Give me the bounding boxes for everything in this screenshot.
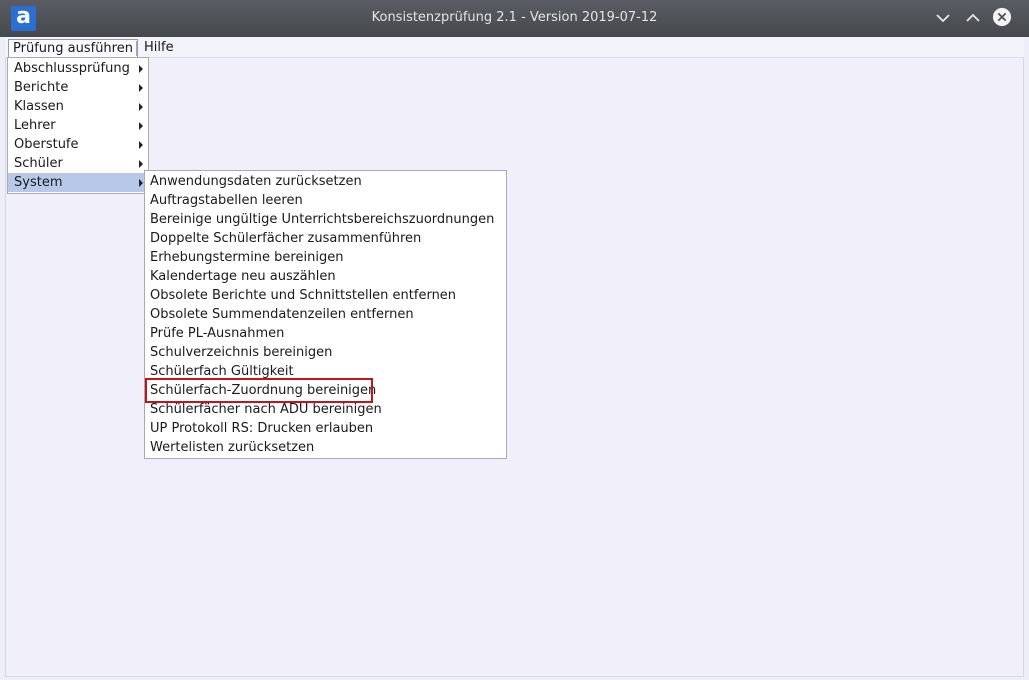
submenu-item-schulverzeichnis[interactable]: Schulverzeichnis bereinigen — [145, 343, 506, 362]
submenu-item-obsolete-berichte[interactable]: Obsolete Berichte und Schnittstellen ent… — [145, 286, 506, 305]
submenu-arrow-icon — [139, 103, 143, 111]
minimize-button[interactable] — [933, 8, 953, 28]
menu-item-label: Lehrer — [14, 118, 56, 133]
menu-item-klassen[interactable]: Klassen — [8, 97, 148, 116]
system-submenu: Anwendungsdaten zurücksetzen Auftragstab… — [144, 170, 507, 459]
menu-item-label: Oberstufe — [14, 137, 79, 152]
title-bar: a Konsistenzprüfung 2.1 - Version 2019-0… — [0, 0, 1029, 37]
menu-bar: Prüfung ausführen Hilfe — [5, 37, 1024, 58]
menu-item-lehrer[interactable]: Lehrer — [8, 116, 148, 135]
chevron-down-icon — [936, 14, 950, 23]
submenu-arrow-icon — [139, 179, 143, 187]
submenu-arrow-icon — [139, 84, 143, 92]
menu-item-system[interactable]: System — [8, 173, 148, 192]
submenu-arrow-icon — [139, 122, 143, 130]
maximize-button[interactable] — [963, 8, 983, 28]
menu-item-berichte[interactable]: Berichte — [8, 78, 148, 97]
submenu-item-schuelerfach-zuordnung[interactable]: Schülerfach-Zuordnung bereinigen — [145, 381, 506, 400]
close-icon — [992, 7, 1012, 27]
submenu-item-auftragstabellen[interactable]: Auftragstabellen leeren — [145, 191, 506, 210]
menu-item-label: Klassen — [14, 99, 64, 114]
menu-item-label: System — [14, 175, 63, 190]
submenu-arrow-icon — [139, 141, 143, 149]
window-title: Konsistenzprüfung 2.1 - Version 2019-07-… — [371, 10, 658, 25]
menu-hilfe[interactable]: Hilfe — [140, 39, 178, 58]
menu-item-label: Berichte — [14, 80, 69, 95]
submenu-item-schuelerfaecher-adu[interactable]: Schülerfächer nach ADU bereinigen — [145, 400, 506, 419]
chevron-up-icon — [966, 13, 980, 22]
menu-separator — [136, 41, 137, 56]
menu-pruefung-ausfuehren[interactable]: Prüfung ausführen — [8, 39, 138, 58]
submenu-item-kalendertage[interactable]: Kalendertage neu auszählen — [145, 267, 506, 286]
submenu-item-doppelte-schuelerfaecher[interactable]: Doppelte Schülerfächer zusammenführen — [145, 229, 506, 248]
menu-item-oberstufe[interactable]: Oberstufe — [8, 135, 148, 154]
submenu-arrow-icon — [139, 65, 143, 73]
submenu-item-schuelerfach-gueltigkeit[interactable]: Schülerfach Gültigkeit — [145, 362, 506, 381]
submenu-item-erhebungstermine[interactable]: Erhebungstermine bereinigen — [145, 248, 506, 267]
submenu-item-bereinige-unterrichtsbereich[interactable]: Bereinige ungültige Unterrichtsbereichsz… — [145, 210, 506, 229]
menu-item-label: Schüler — [14, 156, 63, 171]
submenu-item-obsolete-summendaten[interactable]: Obsolete Summendatenzeilen entfernen — [145, 305, 506, 324]
submenu-item-pruefe-pl-ausnahmen[interactable]: Prüfe PL-Ausnahmen — [145, 324, 506, 343]
submenu-item-up-protokoll[interactable]: UP Protokoll RS: Drucken erlauben — [145, 419, 506, 438]
submenu-item-wertelisten[interactable]: Wertelisten zurücksetzen — [145, 438, 506, 457]
close-button[interactable] — [992, 7, 1014, 29]
menu-item-abschlusspruefung[interactable]: Abschlussprüfung — [8, 59, 148, 78]
menu-item-schueler[interactable]: Schüler — [8, 154, 148, 173]
submenu-item-anwendungsdaten[interactable]: Anwendungsdaten zurücksetzen — [145, 172, 506, 191]
menu-item-label: Abschlussprüfung — [14, 61, 130, 76]
submenu-arrow-icon — [139, 160, 143, 168]
pruefung-dropdown-menu: Abschlussprüfung Berichte Klassen Lehrer… — [7, 57, 149, 194]
